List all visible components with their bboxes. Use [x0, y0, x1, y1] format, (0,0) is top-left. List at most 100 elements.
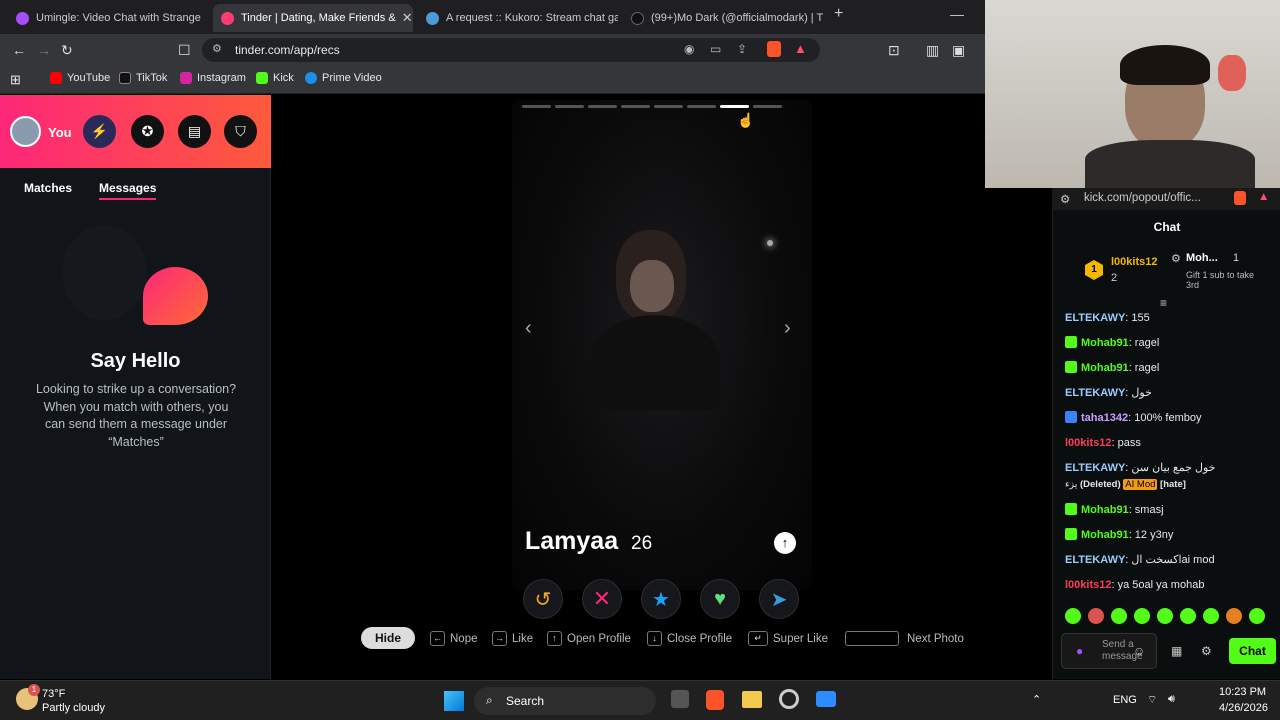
brave-rewards-icon[interactable]: ▲: [1258, 191, 1269, 203]
tab-umingle[interactable]: Umingle: Video Chat with Strange: [8, 4, 208, 32]
site-settings-icon[interactable]: ⚙: [1060, 192, 1070, 206]
leader2-name[interactable]: Moh...: [1186, 252, 1218, 264]
emote-icon[interactable]: [1157, 608, 1173, 624]
chat-username[interactable]: ELTEKAWY: [1065, 387, 1125, 399]
cast-icon[interactable]: ▭: [710, 42, 721, 56]
store-icon[interactable]: ▦: [1171, 644, 1182, 658]
pinned-menu-icon[interactable]: ≡: [1160, 296, 1167, 310]
photo-progress-segment[interactable]: [753, 105, 782, 108]
chat-username[interactable]: l00kits12: [1065, 579, 1111, 591]
emote-icon[interactable]: [1088, 608, 1104, 624]
chat-username[interactable]: taha1342: [1081, 412, 1128, 424]
chat-username[interactable]: Mohab91: [1081, 529, 1129, 541]
tab-tinder[interactable]: Tinder | Dating, Make Friends & ✕: [213, 4, 413, 32]
photo-progress-segment[interactable]: [588, 105, 617, 108]
emote-icon[interactable]: [1226, 608, 1242, 624]
site-settings-icon[interactable]: ⚙: [212, 42, 222, 55]
previous-photo-icon[interactable]: ‹: [525, 317, 532, 340]
hide-hints-button[interactable]: Hide: [361, 627, 415, 649]
tab-kukoro[interactable]: A request :: Kukoro: Stream chat gam: [418, 4, 618, 32]
chat-username[interactable]: ELTEKAWY: [1065, 554, 1125, 566]
emote-icon[interactable]: [1134, 608, 1150, 624]
settings-icon[interactable]: ⚙: [1201, 644, 1212, 658]
photo-progress-segment[interactable]: [654, 105, 683, 108]
boost-icon[interactable]: ⚡: [83, 115, 116, 148]
tab-tiktok[interactable]: (99+)Mo Dark (@officialmodark) | Ti: [623, 4, 823, 32]
chat-text: : 12 y3ny: [1128, 529, 1174, 541]
kick-url[interactable]: kick.com/popout/offic...: [1084, 192, 1201, 204]
emote-picker-icon[interactable]: ☺: [1133, 644, 1145, 658]
address-bar[interactable]: ⚙ tinder.com/app/recs ◉ ▭ ⇪ ▲: [202, 38, 820, 62]
location-icon[interactable]: ◉: [684, 42, 694, 56]
boost-send-button[interactable]: ➤: [759, 579, 799, 619]
profile-you-label[interactable]: You: [48, 125, 72, 140]
nope-button[interactable]: ✕: [582, 579, 622, 619]
bookmark-icon[interactable]: ☐: [178, 42, 191, 59]
tab-matches[interactable]: Matches: [24, 181, 72, 195]
emote-icon[interactable]: [1065, 608, 1081, 624]
emote-icon[interactable]: [1203, 608, 1219, 624]
explore-icon[interactable]: ✪: [131, 115, 164, 148]
emote-icon[interactable]: [1249, 608, 1265, 624]
send-chat-button[interactable]: Chat: [1229, 638, 1276, 664]
emote-icon[interactable]: [1180, 608, 1196, 624]
photo-progress-segment[interactable]: [687, 105, 716, 108]
chat-username[interactable]: Mohab91: [1081, 337, 1129, 349]
chat-username[interactable]: ELTEKAWY: [1065, 462, 1125, 474]
obs-icon[interactable]: [779, 689, 799, 709]
next-photo-icon[interactable]: ›: [784, 317, 791, 340]
bookmark-kick[interactable]: Kick: [256, 72, 294, 84]
avatar[interactable]: [10, 116, 41, 147]
profile-card[interactable]: ‹ › ↑: [512, 100, 812, 590]
bookmark-prime-video[interactable]: Prime Video: [305, 72, 382, 84]
close-tab-icon[interactable]: ✕: [396, 10, 413, 26]
file-explorer-icon[interactable]: [742, 691, 762, 708]
zoom-icon[interactable]: [816, 691, 836, 707]
task-view-icon[interactable]: [671, 690, 689, 708]
photo-progress-segment[interactable]: [555, 105, 584, 108]
safety-shield-icon[interactable]: ⛉: [224, 115, 257, 148]
clock-time[interactable]: 10:23 PM: [1219, 686, 1266, 698]
language-indicator[interactable]: ENG: [1113, 694, 1137, 706]
sidebar-toggle-icon[interactable]: ▥: [926, 42, 939, 59]
photo-progress-segment[interactable]: [720, 105, 749, 108]
bookmark-instagram[interactable]: Instagram: [180, 72, 246, 84]
photo-progress-segment[interactable]: [621, 105, 650, 108]
rewind-button[interactable]: ↺: [523, 579, 563, 619]
photo-progress-segment[interactable]: [522, 105, 551, 108]
bookmark-tiktok[interactable]: TikTok: [119, 72, 167, 84]
like-button[interactable]: ♥: [700, 579, 740, 619]
screenshot-icon[interactable]: ⊡: [888, 42, 900, 59]
briefcase-icon[interactable]: ▤: [178, 115, 211, 148]
apps-icon[interactable]: ⊞: [10, 72, 21, 88]
chat-username[interactable]: ELTEKAWY: [1065, 312, 1125, 324]
wifi-icon[interactable]: ⌔: [1147, 693, 1157, 707]
share-icon[interactable]: ⇪: [737, 42, 747, 56]
forward-icon[interactable]: →: [37, 42, 51, 58]
windows-start-icon[interactable]: [444, 691, 464, 711]
volume-icon[interactable]: 🔊︎: [1168, 693, 1175, 706]
tiktok-icon: [119, 72, 131, 84]
wallet-icon[interactable]: ▣: [952, 42, 965, 59]
chat-username[interactable]: Mohab91: [1081, 504, 1129, 516]
microphone-icon[interactable]: ●: [1076, 644, 1083, 658]
super-like-button[interactable]: ★: [641, 579, 681, 619]
tab-messages[interactable]: Messages: [99, 181, 157, 200]
emote-icon[interactable]: [1111, 608, 1127, 624]
clock-date[interactable]: 4/26/2026: [1219, 702, 1268, 714]
chat-username[interactable]: Mohab91: [1081, 362, 1129, 374]
chevron-up-icon[interactable]: ⌃: [1032, 693, 1041, 706]
brave-shields-icon[interactable]: [1234, 191, 1246, 205]
taskbar-search[interactable]: ⌕ Search: [474, 687, 656, 715]
reload-icon[interactable]: ↻: [61, 42, 73, 59]
bookmark-youtube[interactable]: YouTube: [50, 72, 110, 84]
minimize-button[interactable]: —: [950, 6, 964, 22]
chat-username[interactable]: l00kits12: [1065, 437, 1111, 449]
back-icon[interactable]: ←: [12, 42, 26, 58]
leader1-name[interactable]: l00kits12: [1111, 256, 1157, 268]
new-tab-button[interactable]: +: [834, 5, 843, 23]
open-profile-icon[interactable]: ↑: [774, 532, 796, 554]
brave-taskbar-icon[interactable]: [706, 690, 724, 710]
brave-shields-icon[interactable]: [767, 41, 781, 57]
brave-rewards-icon[interactable]: ▲: [794, 41, 807, 56]
